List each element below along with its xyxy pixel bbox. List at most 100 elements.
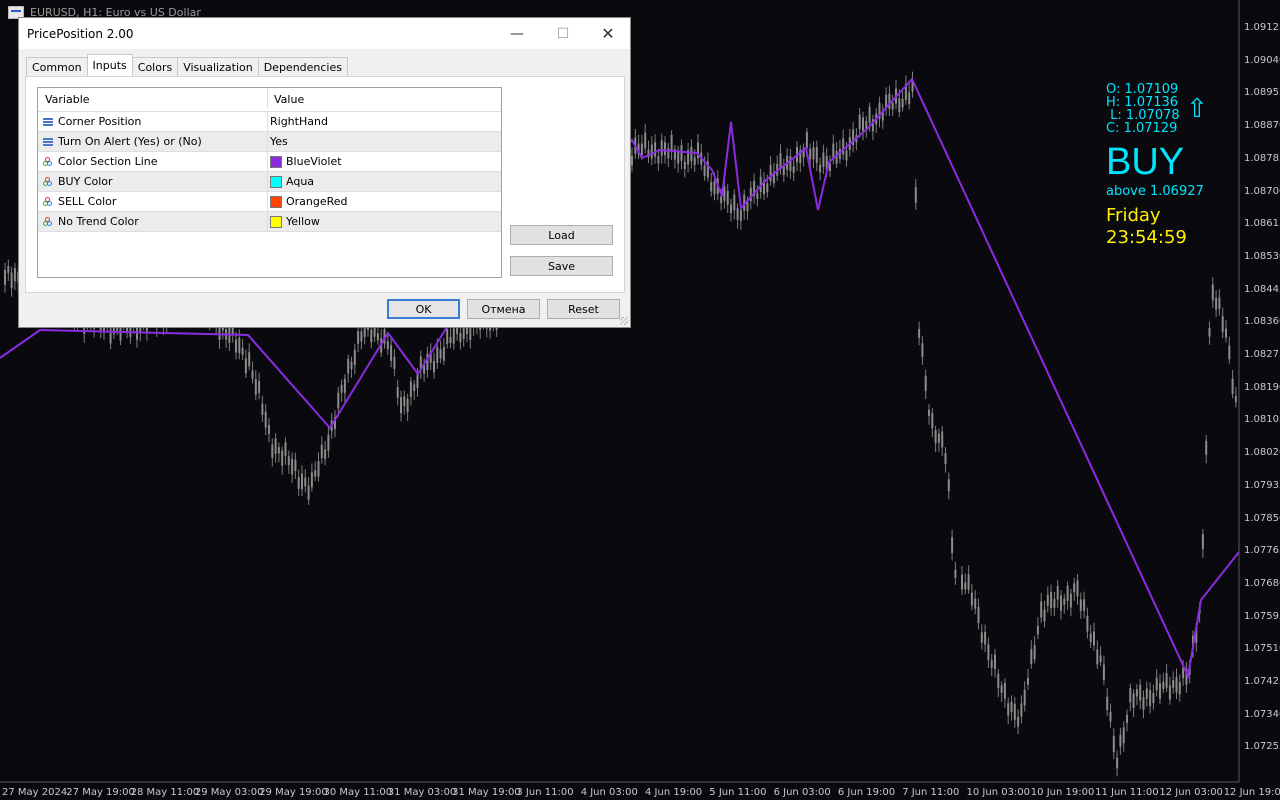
resize-grip-icon[interactable]: [620, 317, 628, 325]
candle-body: [967, 574, 970, 590]
candle-body: [1109, 711, 1112, 722]
tab-common[interactable]: Common: [26, 57, 88, 76]
price-axis-label: 1.07425: [1244, 676, 1280, 687]
candle-body: [1027, 677, 1029, 685]
candle-body: [1069, 593, 1072, 608]
candle-body: [10, 272, 13, 289]
candle-body: [1126, 714, 1128, 723]
candle-body: [951, 537, 954, 554]
input-row-section-color[interactable]: Color Section Line BlueViolet: [38, 152, 501, 172]
dialog-title: PricePosition 2.00: [27, 26, 134, 41]
candle-body: [284, 442, 287, 456]
price-axis-label: 1.07340: [1244, 708, 1280, 720]
color-swatch[interactable]: [270, 155, 282, 168]
candle-body: [1056, 586, 1059, 600]
input-row-sell-color[interactable]: SELL Color OrangeRed: [38, 192, 501, 212]
price-axis-label: 1.09040: [1244, 54, 1280, 66]
candle-body: [1060, 595, 1062, 611]
candle-body: [403, 396, 406, 406]
tab-visualization[interactable]: Visualization: [177, 57, 259, 76]
time-axis-label: 12 Jun 03:00: [1159, 787, 1223, 798]
ohlc-readout: O: 1.07109 H: 1.07136 L: 1.07078 C: 1.07…: [1106, 83, 1180, 135]
candle-body: [1050, 592, 1053, 609]
candle-body: [287, 456, 290, 466]
variable-value[interactable]: OrangeRed: [286, 195, 348, 208]
color-palette-icon: [43, 216, 53, 227]
variable-value[interactable]: BlueViolet: [286, 155, 342, 168]
load-button[interactable]: Load: [510, 225, 613, 245]
inputs-panel: Variable Value Corner Position RightHand…: [25, 76, 625, 293]
candle-body: [1046, 594, 1049, 606]
time-axis-label: 6 Jun 19:00: [837, 787, 896, 798]
candle-body: [1178, 682, 1181, 695]
candle-body: [1234, 395, 1237, 403]
variable-value[interactable]: Yes: [270, 135, 288, 148]
input-row-buy-color[interactable]: BUY Color Aqua: [38, 172, 501, 192]
candle-body: [868, 106, 871, 123]
candle-body: [327, 434, 330, 451]
candle-body: [997, 673, 1000, 689]
variable-name: SELL Color: [58, 195, 117, 208]
minimize-button[interactable]: —: [494, 18, 540, 49]
candle-body: [779, 153, 782, 169]
tab-inputs[interactable]: Inputs: [86, 54, 133, 76]
time-axis-label: 5 Jun 11:00: [709, 787, 767, 798]
close-button[interactable]: ✕: [585, 18, 631, 49]
variable-name: Color Section Line: [58, 155, 158, 168]
candle-body: [281, 450, 284, 466]
color-palette-icon: [43, 196, 53, 207]
cancel-button[interactable]: Отмена: [467, 299, 540, 319]
reset-button[interactable]: Reset: [547, 299, 620, 319]
input-row-alert[interactable]: Turn On Alert (Yes) or (No) Yes: [38, 132, 501, 152]
candle-body: [891, 103, 894, 110]
candle-body: [370, 329, 373, 343]
candle-body: [238, 337, 241, 354]
candle-body: [1201, 534, 1204, 550]
candle-body: [439, 349, 442, 359]
candle-body: [822, 152, 825, 167]
candle-body: [353, 349, 356, 366]
candle-body: [812, 147, 815, 160]
maximize-button[interactable]: ☐: [540, 18, 586, 49]
color-swatch[interactable]: [270, 175, 282, 188]
candle-body: [914, 187, 917, 203]
candle-body: [1215, 298, 1218, 310]
variable-value[interactable]: Yellow: [286, 215, 320, 228]
tab-colors[interactable]: Colors: [131, 57, 179, 76]
input-row-corner-position[interactable]: Corner Position RightHand: [38, 112, 501, 132]
candle-body: [1043, 609, 1046, 622]
candle-body: [1168, 685, 1171, 700]
color-swatch[interactable]: [270, 195, 282, 208]
variable-value[interactable]: Aqua: [286, 175, 314, 188]
save-button[interactable]: Save: [510, 256, 613, 276]
candle-body: [710, 181, 713, 192]
candle-body: [898, 98, 901, 112]
candle-body: [1106, 696, 1109, 710]
inputs-grid: Variable Value Corner Position RightHand…: [37, 87, 502, 278]
color-swatch[interactable]: [270, 215, 282, 228]
column-variable[interactable]: Variable: [45, 93, 90, 106]
candle-body: [1205, 440, 1208, 455]
candle-body: [664, 142, 666, 156]
price-axis-label: 1.08020: [1244, 447, 1280, 459]
indicator-properties-dialog: PricePosition 2.00 — ☐ ✕ Common Inputs C…: [18, 17, 631, 328]
candle-body: [452, 328, 455, 344]
input-row-no-trend-color[interactable]: No Trend Color Yellow: [38, 212, 501, 232]
candle-body: [1033, 645, 1036, 660]
candle-body: [261, 403, 264, 415]
ok-button[interactable]: OK: [387, 299, 460, 319]
candle-body: [1225, 328, 1227, 338]
column-value[interactable]: Value: [274, 93, 304, 106]
variable-name: Corner Position: [58, 115, 142, 128]
candle-body: [918, 329, 921, 338]
candle-body: [1211, 284, 1214, 301]
candle-body: [977, 607, 980, 624]
price-axis-label: 1.07765: [1244, 545, 1280, 557]
candle-body: [449, 336, 452, 344]
tab-dependencies[interactable]: Dependencies: [257, 57, 348, 76]
candle-body: [792, 166, 795, 173]
variable-value[interactable]: RightHand: [270, 115, 328, 128]
arrow-up-icon: ⇧: [1186, 94, 1208, 124]
candle-body: [268, 424, 270, 435]
dialog-titlebar[interactable]: PricePosition 2.00 — ☐ ✕: [19, 18, 630, 49]
